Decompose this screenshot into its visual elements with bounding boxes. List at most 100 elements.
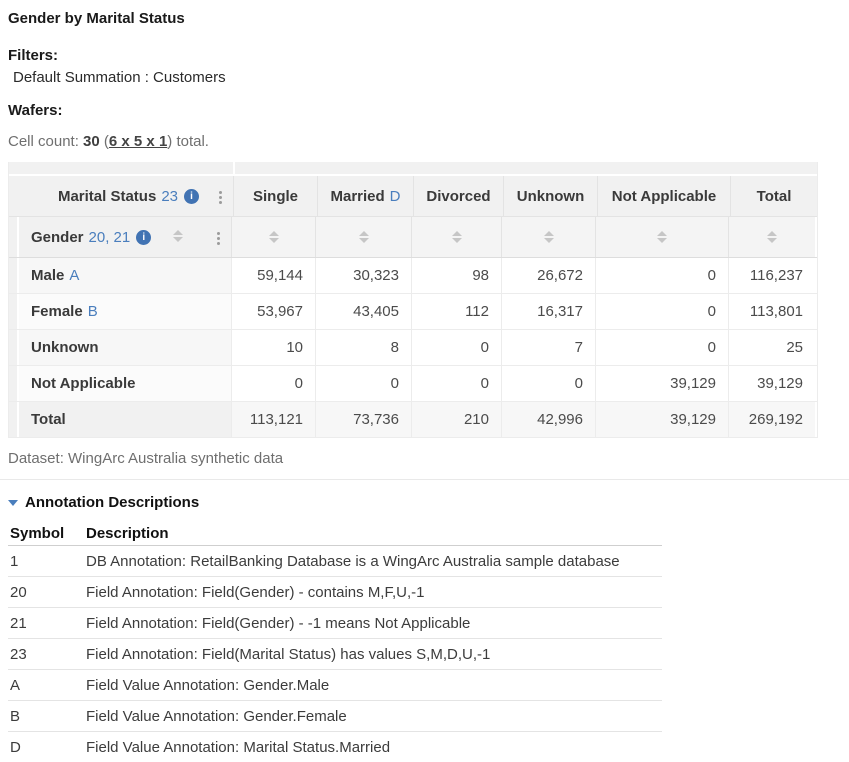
column-field-header[interactable]: Marital Status 23 i — [9, 176, 233, 216]
row-spanner-cell — [9, 217, 19, 257]
row-label: Total — [31, 411, 66, 428]
data-cell: 0 — [411, 330, 501, 365]
sort-row-cells — [231, 217, 817, 257]
column-field-annotation-ref[interactable]: 23 — [161, 188, 178, 205]
data-cell: 73,736 — [315, 402, 411, 437]
data-cell: 59,144 — [231, 258, 315, 293]
annotation-row: B Field Value Annotation: Gender.Female — [8, 701, 662, 732]
info-icon[interactable]: i — [184, 189, 199, 204]
section-divider — [0, 479, 849, 480]
data-cell: 53,967 — [231, 294, 315, 329]
row-spanner-cell — [9, 294, 19, 329]
row-header-cell: Total — [19, 402, 231, 437]
row-annotation-ref[interactable]: A — [69, 267, 79, 284]
annotation-row: 23 Field Annotation: Field(Marital Statu… — [8, 639, 662, 670]
cell-count-paren-close: ) total. — [167, 133, 209, 150]
column-label: Total — [757, 188, 792, 205]
row-field-label: Gender — [31, 229, 84, 246]
table-row: Male A 59,144 30,323 98 26,672 0 116,237 — [9, 258, 817, 294]
data-cell: 8 — [315, 330, 411, 365]
info-icon[interactable]: i — [136, 230, 151, 245]
annotation-symbol: A — [8, 677, 86, 694]
kebab-menu-icon[interactable] — [217, 189, 224, 206]
data-cell: 0 — [595, 294, 728, 329]
data-cell: 7 — [501, 330, 595, 365]
column-label: Divorced — [426, 188, 490, 205]
kebab-menu-icon[interactable] — [215, 230, 222, 247]
row-header-cell: Female B — [19, 294, 231, 329]
data-cell: 116,237 — [728, 258, 815, 293]
sort-icon[interactable] — [359, 231, 369, 243]
sort-icon[interactable] — [452, 231, 462, 243]
cell-dimensions-link[interactable]: 6 x 5 x 1 — [109, 133, 167, 150]
data-cell: 113,121 — [231, 402, 315, 437]
row-label: Not Applicable — [31, 375, 135, 392]
data-cell: 112 — [411, 294, 501, 329]
data-cell: 25 — [728, 330, 815, 365]
report-page: Gender by Marital Status Filters: Defaul… — [0, 0, 849, 762]
data-cell: 113,801 — [728, 294, 815, 329]
pivot-table: Marital Status 23 i Single Married D Div… — [8, 162, 818, 438]
annotation-table: Symbol Description 1 DB Annotation: Reta… — [8, 521, 662, 762]
data-cell: 26,672 — [501, 258, 595, 293]
column-header-cell[interactable]: Unknown — [503, 176, 597, 216]
sort-icon[interactable] — [657, 231, 667, 243]
data-cell: 269,192 — [728, 402, 815, 437]
data-cell: 0 — [315, 366, 411, 401]
collapse-triangle-icon — [8, 500, 18, 506]
data-cell: 0 — [595, 330, 728, 365]
wafers-heading: Wafers: — [8, 102, 849, 119]
sort-icon[interactable] — [269, 231, 279, 243]
column-label: Not Applicable — [612, 188, 716, 205]
column-sort-cell — [595, 217, 728, 257]
table-top-strip — [9, 162, 817, 174]
data-cell: 98 — [411, 258, 501, 293]
column-headers: Single Married D Divorced Unknown Not Ap… — [233, 176, 817, 216]
row-spanner-cell — [9, 402, 19, 437]
top-strip-right — [235, 162, 817, 174]
column-label: Single — [253, 188, 298, 205]
sort-icon[interactable] — [173, 230, 183, 242]
row-field-annotation-ref[interactable]: 20, 21 — [89, 229, 131, 246]
column-header-cell[interactable]: Married D — [317, 176, 413, 216]
data-cell: 0 — [231, 366, 315, 401]
annotation-rows: 1 DB Annotation: RetailBanking Database … — [8, 546, 662, 762]
description-column-header: Description — [86, 525, 662, 542]
row-spanner-cell — [9, 258, 19, 293]
row-field-header[interactable]: Gender 20, 21 i — [19, 217, 231, 257]
sort-icon[interactable] — [544, 231, 554, 243]
row-spanner-cell — [9, 330, 19, 365]
annotation-symbol: 20 — [8, 584, 86, 601]
sort-icon[interactable] — [767, 231, 777, 243]
data-cell: 16,317 — [501, 294, 595, 329]
column-sort-cell — [411, 217, 501, 257]
column-field-label: Marital Status — [58, 188, 156, 205]
annotation-description: Field Annotation: Field(Marital Status) … — [86, 646, 662, 663]
column-header-cell[interactable]: Total — [730, 176, 817, 216]
column-header-cell[interactable]: Not Applicable — [597, 176, 730, 216]
table-row: Not Applicable 0 0 0 0 39,129 39,129 — [9, 366, 817, 402]
column-header-cell[interactable]: Divorced — [413, 176, 503, 216]
row-label: Female — [31, 303, 83, 320]
page-title: Gender by Marital Status — [8, 10, 849, 27]
column-label: Unknown — [517, 188, 585, 205]
annotation-table-header: Symbol Description — [8, 521, 662, 546]
annotation-descriptions-toggle[interactable]: Annotation Descriptions — [8, 494, 849, 511]
annotation-description: Field Value Annotation: Marital Status.M… — [86, 739, 662, 756]
filters-heading: Filters: — [8, 47, 849, 64]
annotation-symbol: 1 — [8, 553, 86, 570]
data-cell: 0 — [501, 366, 595, 401]
annotation-description: Field Value Annotation: Gender.Male — [86, 677, 662, 694]
annotation-symbol: B — [8, 708, 86, 725]
column-header-cell[interactable]: Single — [233, 176, 317, 216]
annotation-row: D Field Value Annotation: Marital Status… — [8, 732, 662, 762]
annotation-description: Field Value Annotation: Gender.Female — [86, 708, 662, 725]
annotation-descriptions-title: Annotation Descriptions — [25, 494, 199, 511]
annotation-row: 20 Field Annotation: Field(Gender) - con… — [8, 577, 662, 608]
data-cell: 42,996 — [501, 402, 595, 437]
column-annotation-ref[interactable]: D — [390, 188, 401, 205]
row-field-row: Gender 20, 21 i — [9, 217, 817, 258]
row-annotation-ref[interactable]: B — [88, 303, 98, 320]
data-cell: 0 — [595, 258, 728, 293]
annotation-row: A Field Value Annotation: Gender.Male — [8, 670, 662, 701]
